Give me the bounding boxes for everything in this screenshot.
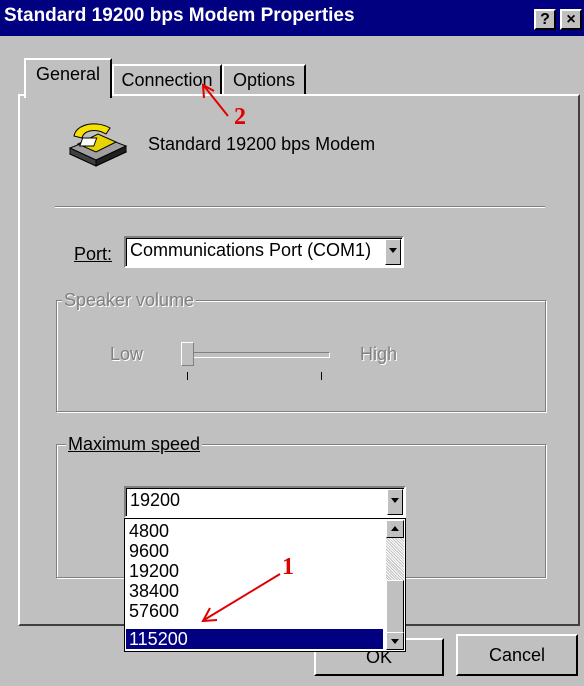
speed-option-115200[interactable]: 115200 (126, 629, 383, 649)
scroll-down-button[interactable] (386, 632, 404, 650)
tab-general[interactable]: General (24, 58, 112, 98)
maximum-speed-dropdown-arrow-icon[interactable] (387, 489, 403, 515)
speed-option-19200[interactable]: 19200 (129, 561, 179, 581)
tab-connection[interactable]: Connection (112, 64, 222, 94)
window-title: Standard 19200 bps Modem Properties (4, 5, 355, 26)
telephone-modem-icon (66, 118, 130, 173)
help-button[interactable]: ? (534, 9, 556, 30)
slider-tick (321, 372, 322, 380)
scrollbar-thumb[interactable] (386, 580, 404, 634)
maximum-speed-label: Maximum speed (66, 434, 203, 455)
separator (55, 206, 545, 208)
tab-options[interactable]: Options (222, 64, 306, 94)
speed-option-9600[interactable]: 9600 (129, 541, 169, 561)
scroll-up-button[interactable] (386, 520, 404, 538)
speed-option-4800[interactable]: 4800 (129, 521, 169, 541)
speed-option-38400[interactable]: 38400 (129, 581, 179, 601)
scroll-up-arrow-icon (391, 526, 399, 531)
speaker-volume-track (188, 352, 330, 358)
tab-options-label: Options (232, 70, 296, 90)
speaker-volume-label: Speaker volume (62, 290, 197, 311)
port-label-text: Port: (74, 244, 113, 264)
speed-option-57600[interactable]: 57600 (129, 601, 179, 621)
speaker-volume-slider[interactable] (181, 342, 194, 366)
slider-tick (187, 372, 188, 380)
dropdown-scrollbar[interactable] (386, 520, 404, 650)
title-bar[interactable]: Standard 19200 bps Modem Properties ? × (0, 0, 584, 36)
tab-general-label: General (35, 64, 101, 84)
modem-name: Standard 19200 bps Modem (148, 134, 376, 154)
tab-connection-label: Connection (121, 70, 213, 90)
maximum-speed-select[interactable]: 19200 (124, 486, 406, 518)
port-dropdown-arrow-icon[interactable] (385, 239, 401, 265)
maximum-speed-dropdown-list: 4800 9600 19200 38400 57600 115200 (124, 518, 406, 652)
close-button[interactable]: × (560, 9, 582, 30)
scroll-down-arrow-icon (391, 639, 399, 644)
annotation-number-1: 1 (282, 554, 294, 580)
cancel-button[interactable]: Cancel (456, 634, 578, 676)
port-select[interactable]: Communications Port (COM1) (124, 236, 404, 268)
speaker-high-label: High (360, 344, 398, 364)
maximum-speed-label-text: Maximum speed (68, 434, 201, 454)
annotation-number-2: 2 (234, 104, 246, 130)
speaker-low-label: Low (110, 344, 144, 364)
port-select-value: Communications Port (COM1) (130, 240, 372, 260)
port-label: Port: (74, 244, 112, 265)
maximum-speed-select-value: 19200 (130, 490, 181, 510)
